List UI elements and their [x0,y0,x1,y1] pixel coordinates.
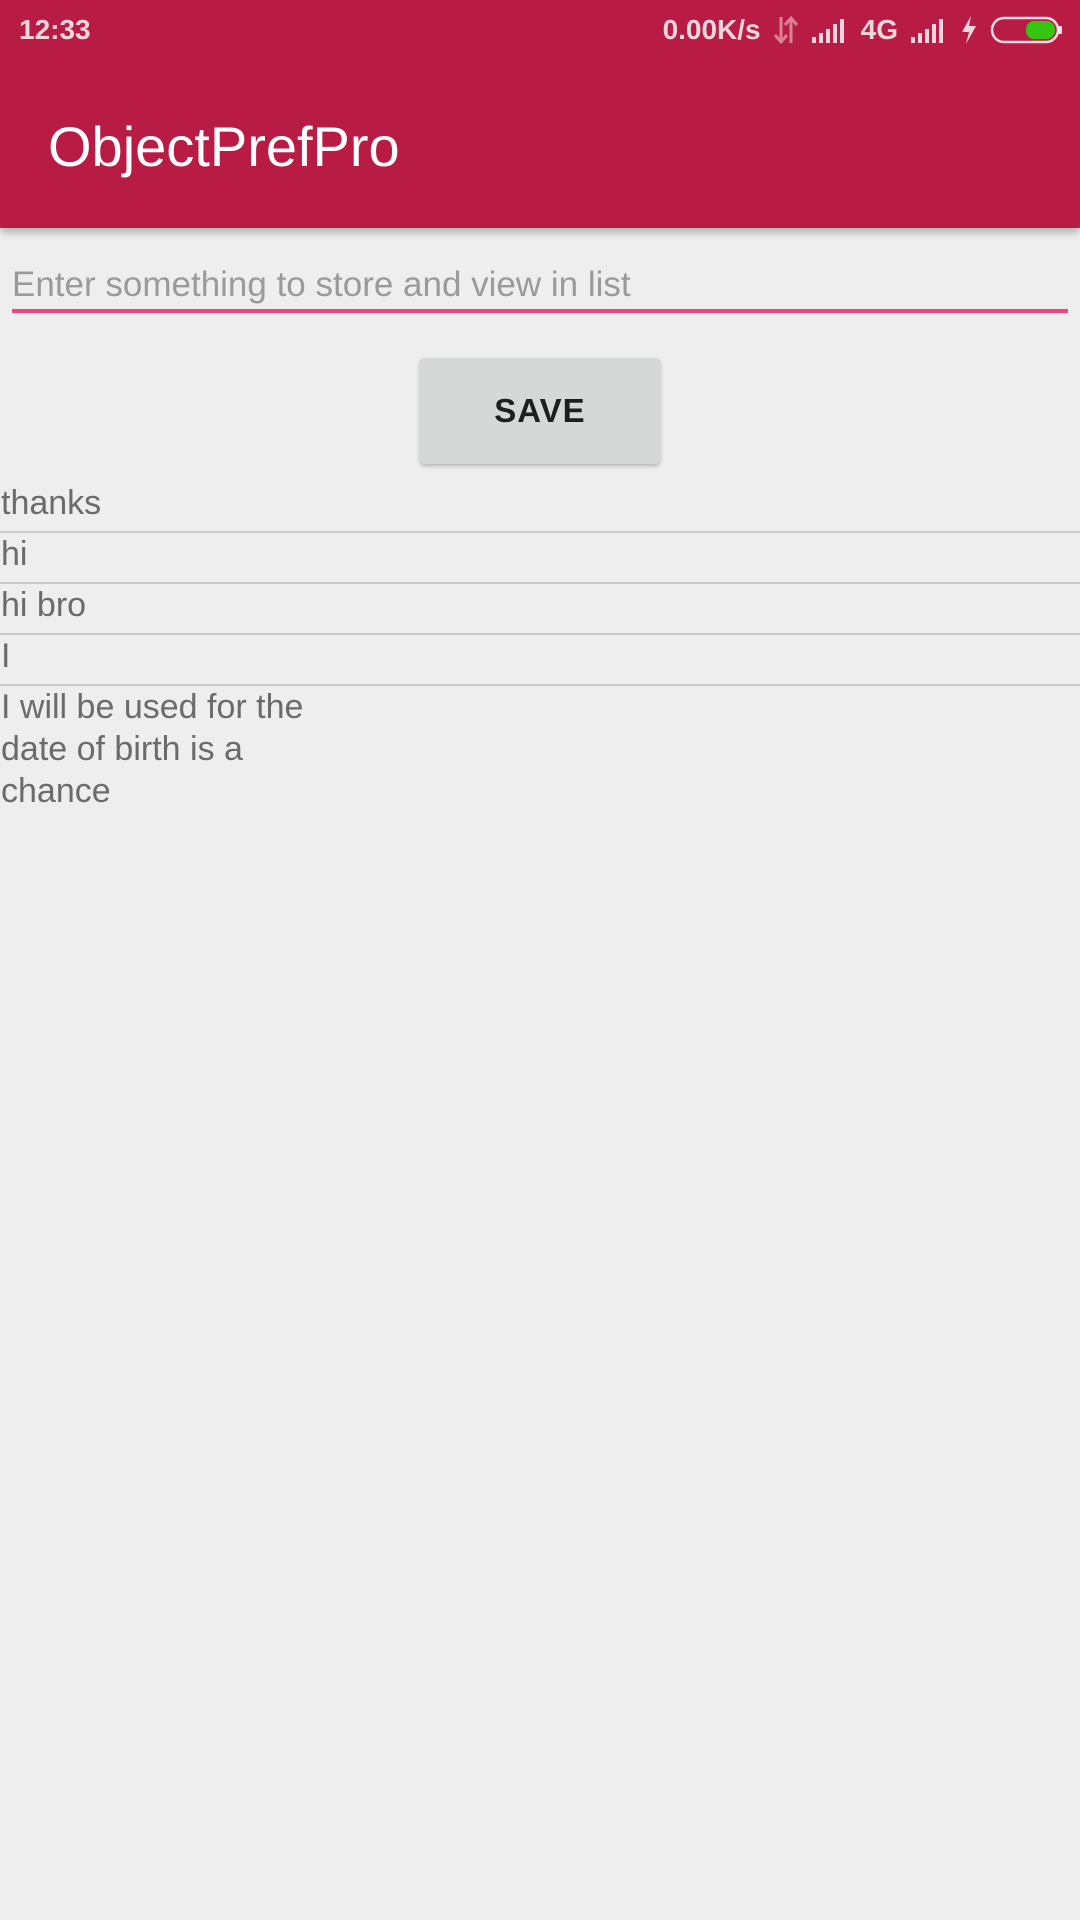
signal-icon [910,17,948,43]
status-bar: 12:33 0.00K/s 4G [0,0,1080,60]
status-time: 12:33 [19,14,91,45]
status-indicators: 0.00K/s 4G [663,12,1064,48]
app-bar: 12:33 0.00K/s 4G ObjectPrefPro [0,0,1080,228]
data-transfer-icon [773,15,799,45]
charging-icon [960,15,978,45]
list-item[interactable]: hi bro [0,584,1080,635]
app-title: ObjectPrefPro [48,115,400,178]
list-item[interactable]: I [0,635,1080,686]
text-input[interactable] [12,261,1068,309]
signal-icon [811,17,849,43]
save-button[interactable]: SAVE [420,358,660,464]
battery-icon [990,15,1064,45]
list-item[interactable]: I will be used for the date of birth is … [0,686,340,812]
stored-items-list: thanks hi hi bro I I will be used for th… [0,482,1080,812]
text-input-container[interactable] [12,261,1068,313]
list-item[interactable]: hi [0,533,1080,584]
net-speed: 0.00K/s [662,14,761,45]
list-item[interactable]: thanks [0,482,1080,533]
network-type: 4G [860,14,898,45]
